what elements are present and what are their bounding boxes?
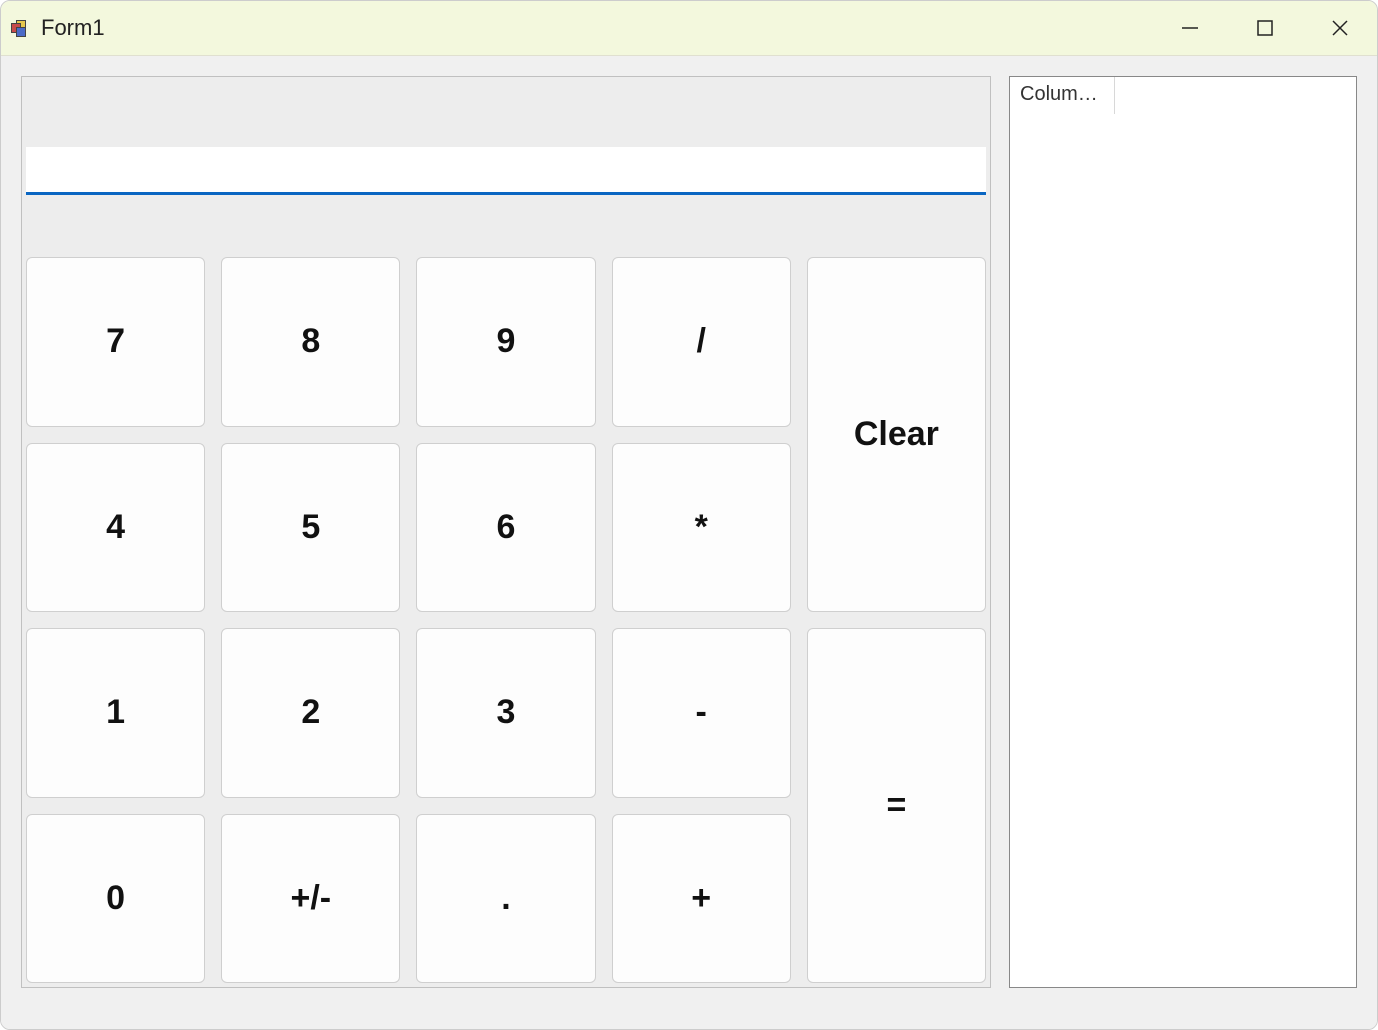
key-clear[interactable]: Clear [807, 257, 986, 612]
key-8[interactable]: 8 [221, 257, 400, 427]
listview-header: Column... [1010, 77, 1356, 115]
window-controls [1152, 1, 1377, 55]
key-multiply[interactable]: * [612, 443, 791, 613]
key-sign[interactable]: +/- [221, 814, 400, 984]
minimize-button[interactable] [1152, 1, 1227, 55]
key-2[interactable]: 2 [221, 628, 400, 798]
history-listview[interactable]: Column... [1009, 76, 1357, 988]
key-divide[interactable]: / [612, 257, 791, 427]
key-3[interactable]: 3 [416, 628, 595, 798]
main-row: 7 8 9 / Clear 4 5 6 * 1 2 3 - = [21, 76, 1357, 1009]
key-9[interactable]: 9 [416, 257, 595, 427]
key-subtract[interactable]: - [612, 628, 791, 798]
key-7[interactable]: 7 [26, 257, 205, 427]
keypad: 7 8 9 / Clear 4 5 6 * 1 2 3 - = [26, 257, 986, 983]
window-title: Form1 [41, 15, 105, 41]
titlebar-left: Form1 [11, 15, 105, 41]
titlebar[interactable]: Form1 [1, 1, 1377, 56]
key-5[interactable]: 5 [221, 443, 400, 613]
key-1[interactable]: 1 [26, 628, 205, 798]
client-area: 7 8 9 / Clear 4 5 6 * 1 2 3 - = [1, 56, 1377, 1029]
key-add[interactable]: + [612, 814, 791, 984]
key-equals[interactable]: = [807, 628, 986, 983]
close-button[interactable] [1302, 1, 1377, 55]
key-6[interactable]: 6 [416, 443, 595, 613]
key-decimal[interactable]: . [416, 814, 595, 984]
display-wrap [26, 147, 986, 195]
calculator-panel: 7 8 9 / Clear 4 5 6 * 1 2 3 - = [21, 76, 991, 988]
listview-column-1[interactable]: Column... [1010, 77, 1115, 114]
app-window: Form1 7 8 9 [0, 0, 1378, 1030]
key-4[interactable]: 4 [26, 443, 205, 613]
app-icon [11, 17, 33, 39]
display-input[interactable] [26, 147, 986, 195]
key-0[interactable]: 0 [26, 814, 205, 984]
maximize-button[interactable] [1227, 1, 1302, 55]
